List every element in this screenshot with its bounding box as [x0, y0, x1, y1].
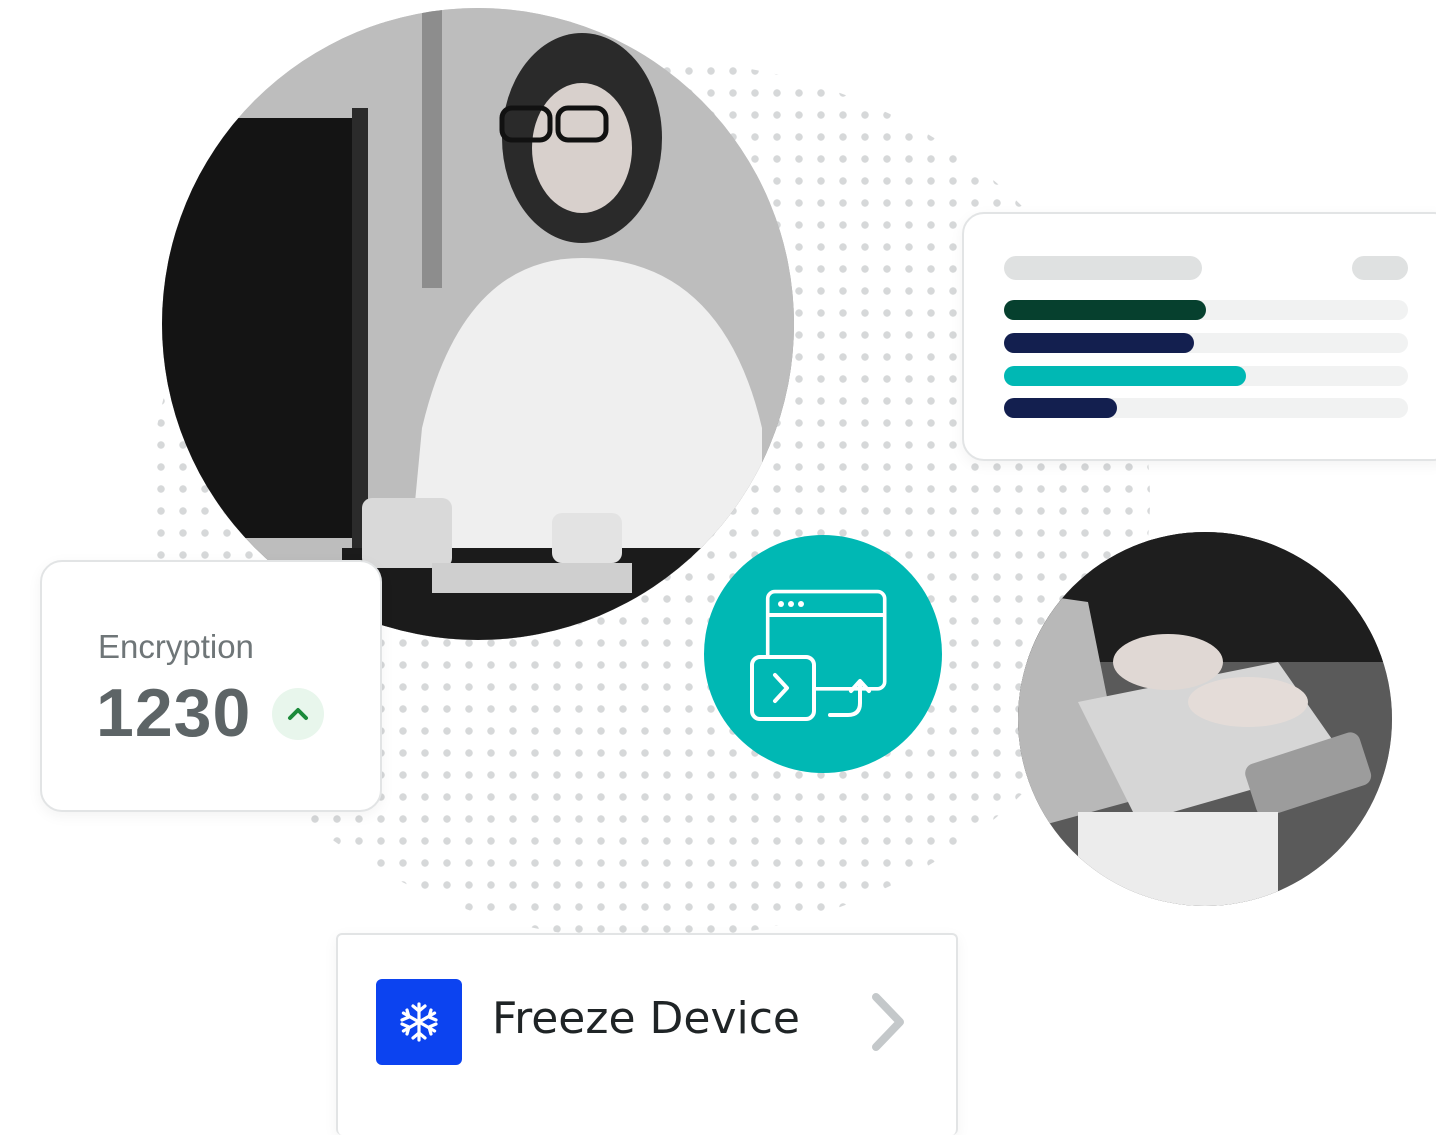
freeze-device-label: Freeze Device: [492, 993, 800, 1044]
photo-illustration: [162, 8, 794, 640]
woman-at-computer-photo: [162, 8, 794, 640]
chevron-up-icon: [288, 708, 308, 720]
photo-illustration-side: [1018, 532, 1392, 906]
metric-value: 1230: [96, 675, 252, 751]
progress-bar-fill: [1004, 398, 1118, 418]
progress-bar-3: [1004, 366, 1408, 386]
panel-header-placeholder: [1004, 256, 1202, 280]
terminal-window-upload-icon: [750, 589, 887, 721]
freeze-icon-box: [376, 979, 462, 1065]
metric-label: Encryption: [98, 628, 254, 665]
chevron-right-icon: [872, 993, 904, 1051]
progress-bar-fill: [1004, 300, 1206, 320]
progress-bar-fill: [1004, 333, 1194, 353]
progress-panel: [962, 212, 1436, 461]
snowflake-icon: [400, 1002, 438, 1042]
progress-bar-4: [1004, 398, 1408, 418]
progress-bar-1: [1004, 300, 1408, 320]
freeze-device-action[interactable]: Freeze Device: [336, 933, 958, 1135]
encryption-metric-card: Encryption 1230: [40, 560, 382, 812]
trend-badge: [272, 688, 324, 740]
hands-on-laptop-photo: [1018, 532, 1392, 906]
progress-bar-fill: [1004, 366, 1247, 386]
progress-bar-2: [1004, 333, 1408, 353]
app-feature-badge: [704, 535, 942, 773]
panel-header-short-placeholder: [1352, 256, 1408, 280]
